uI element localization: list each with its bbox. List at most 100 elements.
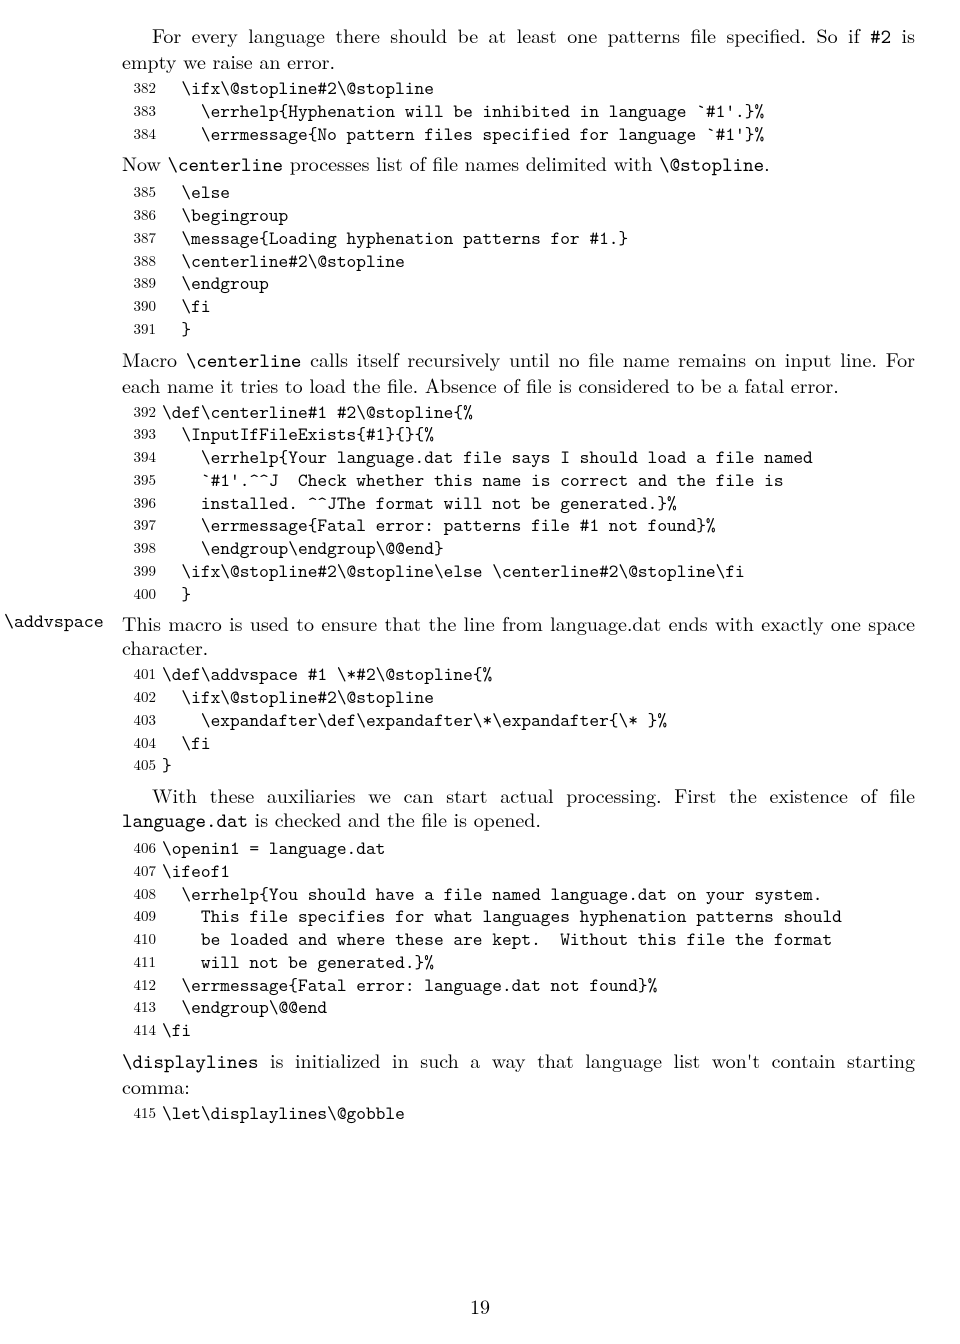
code-text: \fi (162, 730, 211, 755)
code-line: 405} (122, 754, 915, 777)
code-text: \errmessage{Fatal error: patterns file #… (162, 512, 716, 537)
text-run: Now (122, 148, 168, 177)
code-line: 400 } (122, 583, 915, 606)
code-text: } (162, 581, 191, 606)
text-run: processes list of file names delimited w… (283, 148, 659, 177)
line-number: 404 (122, 734, 156, 752)
paragraph: With these auxiliaries we can start actu… (122, 783, 915, 833)
line-number: 386 (122, 206, 156, 224)
code-line: 414\fi (122, 1019, 915, 1042)
code-text: \let\displaylines\@gobble (162, 1100, 405, 1125)
line-number: 415 (122, 1104, 156, 1122)
code-text: \ifx\@stopline#2\@stopline (162, 684, 434, 709)
line-number: 408 (122, 885, 156, 903)
code-text: \errmessage{No pattern files specified f… (162, 121, 764, 146)
code-text: \else (162, 179, 230, 204)
paragraph: This macro is used to ensure that the li… (122, 611, 915, 659)
code-line: 388 \centerline#2\@stopline (122, 250, 915, 273)
code-line: 391 } (122, 318, 915, 341)
code-line: 412 \errmessage{Fatal error: language.da… (122, 974, 915, 997)
line-number: 385 (122, 183, 156, 201)
code-text: `#1'.^^J Check whether this name is corr… (162, 467, 784, 492)
code-line: 403 \expandafter\def\expandafter\*\expan… (122, 709, 915, 732)
code-text: \def\centerline#1 #2\@stopline{% (162, 399, 473, 424)
code-text: \openin1 = language.dat (162, 835, 385, 860)
code-text: \errmessage{Fatal error: language.dat no… (162, 972, 657, 997)
text-run: . (764, 148, 770, 177)
code-inline: \centerline (168, 152, 284, 178)
line-number: 391 (122, 320, 156, 338)
code-block: 382 \ifx\@stopline#2\@stopline383 \errhe… (122, 77, 915, 145)
code-line: 382 \ifx\@stopline#2\@stopline (122, 77, 915, 100)
code-line: 415 \let\displaylines\@gobble (122, 1102, 915, 1125)
line-number: 413 (122, 998, 156, 1016)
code-line: 393 \InputIfFileExists{#1}{}{% (122, 423, 915, 446)
line-number: 409 (122, 907, 156, 925)
code-line: 385 \else (122, 181, 915, 204)
code-text: \expandafter\def\expandafter\*\expandaft… (162, 707, 667, 732)
line-number: 393 (122, 425, 156, 443)
code-text: \InputIfFileExists{#1}{}{% (162, 421, 434, 446)
line-number: 382 (122, 79, 156, 97)
code-text: \centerline#2\@stopline (162, 248, 405, 273)
code-block: 392\def\centerline#1 #2\@stopline{%393 \… (122, 401, 915, 606)
line-number: 388 (122, 252, 156, 270)
code-block: 401\def\addvspace #1 \*#2\@stopline{%402… (122, 663, 915, 777)
line-number: 406 (122, 839, 156, 857)
line-number: 402 (122, 688, 156, 706)
code-text: } (162, 752, 172, 777)
code-line: 383 \errhelp{Hyphenation will be inhibit… (122, 100, 915, 123)
line-number: 398 (122, 539, 156, 557)
line-number: 394 (122, 448, 156, 466)
line-number: 397 (122, 516, 156, 534)
code-line: 390 \fi (122, 295, 915, 318)
code-text: \endgroup (162, 270, 269, 295)
code-text: \endgroup\@@end (162, 994, 327, 1019)
line-number: 412 (122, 976, 156, 994)
code-line: 395 `#1'.^^J Check whether this name is … (122, 469, 915, 492)
line-number: 401 (122, 665, 156, 683)
code-text: \errhelp{Hyphenation will be inhibited i… (162, 98, 764, 123)
text-run: For every language there should be at le… (152, 20, 870, 49)
paragraph: \displaylines is initialized in such a w… (122, 1048, 915, 1098)
code-text: \ifx\@stopline#2\@stopline\else \centerl… (162, 558, 745, 583)
code-inline: #2 (870, 24, 891, 50)
code-line: 396 installed. ^^JThe format will not be… (122, 492, 915, 515)
code-line: 399 \ifx\@stopline#2\@stopline\else \cen… (122, 560, 915, 583)
code-line: 409 This file specifies for what languag… (122, 905, 915, 928)
code-block: 385 \else386 \begingroup387 \message{Loa… (122, 181, 915, 340)
line-number: 410 (122, 930, 156, 948)
code-line: 386 \begingroup (122, 204, 915, 227)
code-line: 389 \endgroup (122, 272, 915, 295)
line-number: 414 (122, 1021, 156, 1039)
page-number: 19 (0, 1291, 960, 1320)
text-run: is checked and the file is opened. (248, 804, 541, 833)
paragraph: Now \centerline processes list of file n… (122, 151, 915, 177)
line-number: 403 (122, 711, 156, 729)
code-text: \fi (162, 293, 211, 318)
page-body: For every language there should be at le… (122, 23, 915, 1125)
paragraph: For every language there should be at le… (122, 23, 915, 73)
code-text: \errhelp{You should have a file named la… (162, 881, 822, 906)
code-text: \message{Loading hyphenation patterns fo… (162, 225, 628, 250)
code-line: 392 \def\centerline#1 #2\@stopline{% (122, 401, 915, 424)
code-text: be loaded and where these are kept. With… (162, 926, 832, 951)
code-line: 402 \ifx\@stopline#2\@stopline (122, 686, 915, 709)
text-run: Macro (122, 344, 186, 373)
line-number: 399 (122, 562, 156, 580)
text-run: This macro is used to ensure that the li… (122, 608, 915, 661)
code-text: \def\addvspace #1 \*#2\@stopline{% (162, 661, 492, 686)
code-line: 397 \errmessage{Fatal error: patterns fi… (122, 514, 915, 537)
code-inline: \@stopline (659, 152, 764, 178)
line-number: 392 (122, 403, 156, 421)
line-number: 400 (122, 585, 156, 603)
code-line: 410 be loaded and where these are kept. … (122, 928, 915, 951)
code-line: 406 \openin1 = language.dat (122, 837, 915, 860)
code-block: 415 \let\displaylines\@gobble (122, 1102, 915, 1125)
code-line: 404 \fi (122, 732, 915, 755)
code-line: 413 \endgroup\@@end (122, 996, 915, 1019)
code-line: 398 \endgroup\endgroup\@@end} (122, 537, 915, 560)
paragraph: Macro \centerline calls itself recursive… (122, 347, 915, 397)
code-line: 411 will not be generated.}% (122, 951, 915, 974)
line-number: 396 (122, 494, 156, 512)
